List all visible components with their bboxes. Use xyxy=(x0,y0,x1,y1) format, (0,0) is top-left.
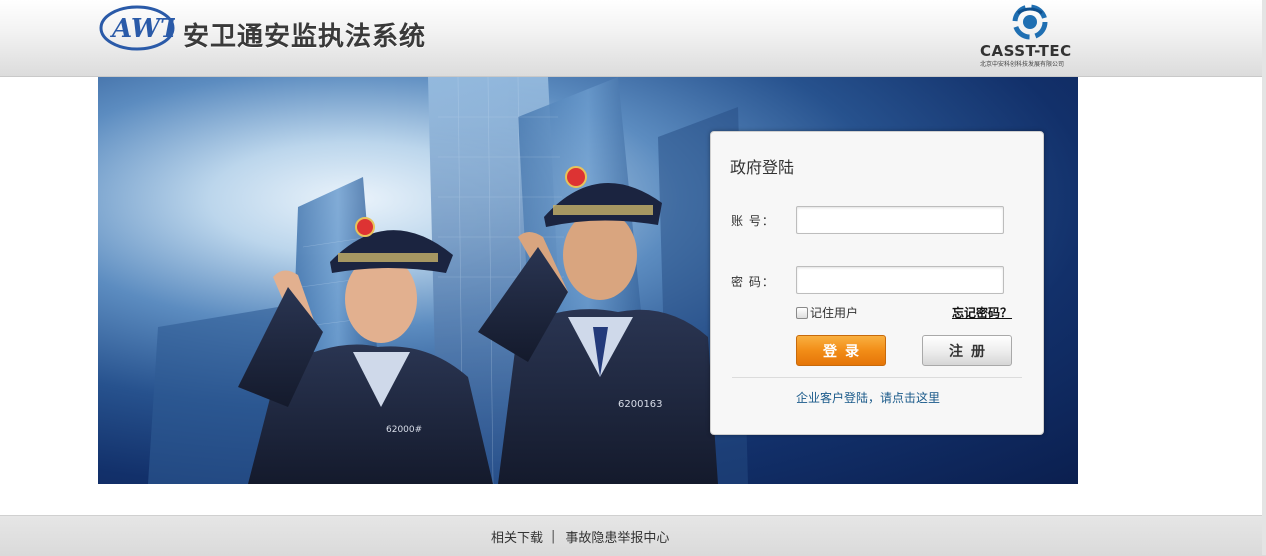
casst-emblem-icon xyxy=(1012,4,1048,40)
divider xyxy=(732,377,1022,378)
account-label: 账 号： xyxy=(731,214,775,228)
hero-banner: 6200163 62000# 政府登陆 账 号： 密 码： 记住用户 忘记密码？… xyxy=(98,77,1078,484)
footer-links: 相关下载 | 事故隐患举报中心 xyxy=(491,527,669,546)
awt-logo-icon: AWT xyxy=(99,5,175,51)
logo-text: AWT xyxy=(109,14,175,44)
register-button[interactable]: 注册 xyxy=(922,335,1012,366)
remember-checkbox[interactable] xyxy=(796,306,808,319)
enterprise-login-link[interactable]: 企业客户登陆，请点击这里 xyxy=(796,389,940,406)
footer-link-downloads[interactable]: 相关下载 xyxy=(491,527,543,546)
login-title: 政府登陆 xyxy=(730,158,795,177)
system-title: 安卫通安监执法系统 xyxy=(183,22,427,52)
header: AWT 安卫通安监执法系统 CASST-TEC 北京中安科创科技发展有限公司 xyxy=(0,0,1266,77)
password-input[interactable] xyxy=(796,266,1004,294)
badge-number-right: 6200163 xyxy=(618,399,663,410)
login-button[interactable]: 登录 xyxy=(796,335,886,366)
login-panel: 政府登陆 账 号： 密 码： 记住用户 忘记密码？ 登录 注册 企业客户登陆，请… xyxy=(710,131,1044,435)
company-name: CASST-TEC xyxy=(980,42,1072,60)
remember-label: 记住用户 xyxy=(810,306,859,320)
forgot-password-link[interactable]: 忘记密码？ xyxy=(952,304,1012,321)
remember-user[interactable]: 记住用户 xyxy=(796,304,858,321)
account-input[interactable] xyxy=(796,206,1004,234)
footer-link-hazard-report[interactable]: 事故隐患举报中心 xyxy=(565,527,669,546)
password-label: 密 码： xyxy=(731,275,775,289)
company-subtitle: 北京中安科创科技发展有限公司 xyxy=(980,61,1065,68)
badge-number-left: 62000# xyxy=(386,425,422,435)
footer-separator: | xyxy=(551,529,556,544)
scrollbar[interactable] xyxy=(1262,0,1266,555)
footer: 相关下载 | 事故隐患举报中心 xyxy=(0,515,1266,556)
